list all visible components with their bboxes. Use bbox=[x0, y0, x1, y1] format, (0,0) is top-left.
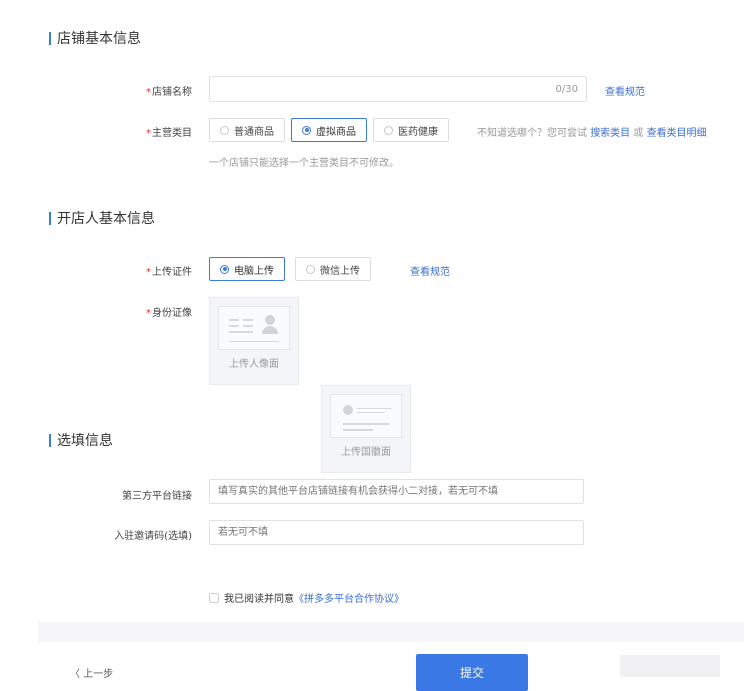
invite-code-input[interactable] bbox=[209, 520, 584, 545]
category-option-label: 医药健康 bbox=[398, 126, 438, 138]
agreement-row: 我已阅读并同意 《拼多多平台合作协议》 bbox=[209, 590, 404, 605]
third-party-link-label: 第三方平台链接 bbox=[122, 491, 192, 502]
store-name-label: *店铺名称 bbox=[52, 83, 192, 98]
upload-option-wechat[interactable]: 微信上传 bbox=[295, 257, 371, 281]
upload-front-caption: 上传人像面 bbox=[229, 359, 279, 370]
required-mark: * bbox=[146, 308, 151, 319]
required-mark: * bbox=[146, 267, 151, 278]
store-name-counter: 0/30 bbox=[555, 83, 578, 95]
category-help: 不知道选哪个？您可尝试 搜索类目 或 查看类目明细 bbox=[477, 124, 707, 139]
agreement-checkbox[interactable] bbox=[209, 592, 219, 603]
main-category-radio-group: 普通商品 虚拟商品 医药健康 bbox=[209, 118, 449, 142]
upload-cert-label: *上传证件 bbox=[52, 263, 192, 278]
required-mark: * bbox=[146, 87, 151, 98]
category-option-label: 普通商品 bbox=[234, 126, 274, 138]
upload-back-caption: 上传国徽面 bbox=[341, 447, 391, 458]
submit-button[interactable]: 提交 bbox=[416, 654, 528, 691]
category-option-medical[interactable]: 医药健康 bbox=[373, 118, 449, 142]
radio-selected-icon bbox=[302, 125, 311, 135]
blurred-area bbox=[620, 655, 720, 677]
upload-option-pc[interactable]: 电脑上传 bbox=[209, 257, 285, 281]
category-option-virtual[interactable]: 虚拟商品 bbox=[291, 118, 367, 142]
upload-rules-link[interactable]: 查看规范 bbox=[410, 263, 450, 278]
third-party-link-input[interactable] bbox=[209, 479, 584, 504]
upload-id-back-card[interactable]: 上传国徽面 bbox=[321, 385, 411, 473]
or-text: 或 bbox=[633, 128, 644, 139]
category-note: 一个店铺只能选择一个主营类目不可修改。 bbox=[209, 158, 399, 169]
id-photo-label: *身份证像 bbox=[52, 304, 192, 319]
section-accent-bar bbox=[49, 433, 51, 447]
section-title-text: 选填信息 bbox=[57, 433, 113, 449]
upload-id-front-card[interactable]: 上传人像面 bbox=[209, 297, 299, 385]
category-option-label: 虚拟商品 bbox=[316, 126, 356, 138]
radio-circle-icon bbox=[384, 125, 393, 135]
section-title-optional: 选填信息 bbox=[49, 430, 113, 450]
section-title-owner-basic: 开店人基本信息 bbox=[49, 208, 155, 228]
main-category-label: *主营类目 bbox=[52, 124, 192, 139]
section-title-text: 开店人基本信息 bbox=[57, 211, 155, 227]
section-title-store-basic: 店铺基本信息 bbox=[49, 28, 141, 48]
main-category-label-text: 主营类目 bbox=[152, 128, 192, 139]
agreement-text: 我已阅读并同意 bbox=[224, 594, 294, 605]
upload-cert-label-text: 上传证件 bbox=[152, 267, 192, 278]
section-accent-bar bbox=[49, 31, 51, 45]
id-back-illustration-icon bbox=[330, 394, 402, 438]
upload-option-label: 微信上传 bbox=[320, 265, 360, 277]
store-name-label-text: 店铺名称 bbox=[152, 87, 192, 98]
category-help-text: 不知道选哪个？您可尝试 bbox=[477, 128, 587, 139]
required-mark: * bbox=[146, 128, 151, 139]
back-step-button[interactable]: 〈 上一步 bbox=[70, 665, 113, 680]
category-option-normal[interactable]: 普通商品 bbox=[209, 118, 285, 142]
id-front-illustration-icon bbox=[218, 306, 290, 350]
section-title-text: 店铺基本信息 bbox=[57, 31, 141, 47]
radio-selected-icon bbox=[220, 264, 229, 274]
agreement-link[interactable]: 《拼多多平台合作协议》 bbox=[294, 590, 404, 605]
radio-circle-icon bbox=[306, 264, 315, 274]
category-detail-link[interactable]: 查看类目明细 bbox=[647, 128, 707, 139]
radio-circle-icon bbox=[220, 125, 229, 135]
invite-code-label: 入驻邀请码(选填) bbox=[114, 531, 192, 542]
id-photo-label-text: 身份证像 bbox=[152, 308, 192, 319]
footer-divider-band bbox=[38, 622, 744, 642]
section-accent-bar bbox=[49, 211, 51, 225]
upload-method-radio-group: 电脑上传 微信上传 bbox=[209, 257, 371, 281]
search-category-link[interactable]: 搜索类目 bbox=[590, 128, 630, 139]
upload-option-label: 电脑上传 bbox=[234, 265, 274, 277]
store-name-rules-link[interactable]: 查看规范 bbox=[605, 83, 645, 98]
store-name-input[interactable]: 0/30 bbox=[209, 76, 587, 102]
